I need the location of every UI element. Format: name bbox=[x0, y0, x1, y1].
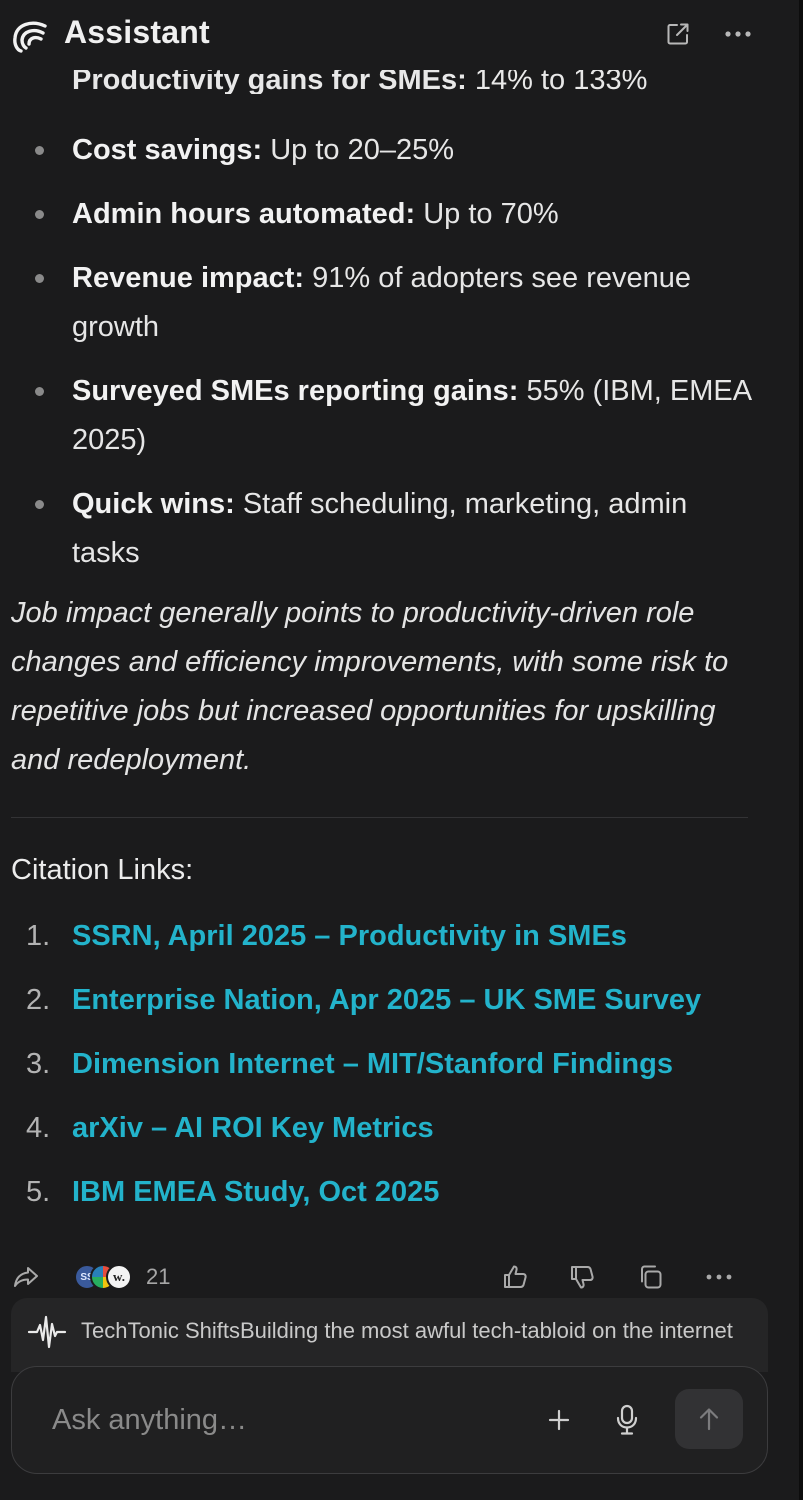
bullet-label: Admin hours automated: bbox=[72, 198, 416, 230]
banner-text: TechTonic ShiftsBuilding the most awful … bbox=[81, 1318, 733, 1343]
window-edge bbox=[799, 0, 803, 1500]
citation-link[interactable]: arXiv – AI ROI Key Metrics bbox=[72, 1112, 434, 1145]
bullet-item: Surveyed SMEs reporting gains: 55% (IBM,… bbox=[0, 367, 760, 465]
citation-number: 2. bbox=[26, 984, 51, 1016]
ask-input-container bbox=[11, 1366, 768, 1474]
send-button[interactable] bbox=[675, 1389, 743, 1449]
sources-count: 21 bbox=[146, 1264, 171, 1289]
open-external-button[interactable] bbox=[664, 20, 692, 48]
thumbs-down-button[interactable] bbox=[567, 1262, 597, 1292]
citation-number: 3. bbox=[26, 1048, 51, 1080]
thumbs-down-icon bbox=[571, 1266, 594, 1289]
bullet-label: Quick wins: bbox=[72, 488, 235, 520]
app-header: Assistant bbox=[0, 0, 799, 70]
bullet-value: Up to 20–25% bbox=[262, 134, 455, 166]
page-title: Assistant bbox=[64, 14, 210, 50]
bullet-value: 14% to 133% bbox=[466, 66, 648, 94]
bullet-item: Admin hours automated: Up to 70% bbox=[0, 190, 760, 239]
citation-number: 1. bbox=[26, 920, 51, 952]
bullet-label: Revenue impact: bbox=[72, 262, 305, 294]
citation-number: 5. bbox=[26, 1176, 51, 1208]
copy-button[interactable] bbox=[636, 1262, 666, 1292]
bullet-item-partial: Productivity gains for SMEs: 14% to 133% bbox=[72, 66, 647, 94]
bullet-item: Revenue impact: 91% of adopters see reve… bbox=[0, 254, 760, 352]
share-button[interactable] bbox=[11, 1262, 41, 1292]
citations-heading: Citation Links: bbox=[11, 854, 194, 886]
section-divider bbox=[11, 817, 748, 818]
assistant-app: Productivity gains for SMEs: 14% to 133%… bbox=[0, 0, 803, 1500]
bullet-label: Cost savings: bbox=[72, 134, 263, 166]
waveform-icon bbox=[27, 1312, 67, 1352]
bullet-item: Quick wins: Staff scheduling, marketing,… bbox=[0, 480, 760, 578]
ask-input[interactable] bbox=[50, 1397, 514, 1443]
bullet-value: Up to 70% bbox=[415, 198, 559, 230]
more-horizontal-icon bbox=[725, 31, 751, 37]
more-actions-button[interactable] bbox=[704, 1262, 734, 1292]
bottom-dock: TechTonic ShiftsBuilding the most awful … bbox=[0, 1298, 799, 1500]
share-icon bbox=[14, 1267, 38, 1287]
citation-link[interactable]: SSRN, April 2025 – Productivity in SMEs bbox=[72, 920, 627, 953]
sources-button[interactable]: SS w. 21 bbox=[74, 1263, 170, 1291]
bullet-list: Cost savings: Up to 20–25% Admin hours a… bbox=[0, 126, 760, 593]
citation-link[interactable]: Enterprise Nation, Apr 2025 – UK SME Sur… bbox=[72, 984, 701, 1017]
arrow-up-icon bbox=[699, 1408, 719, 1431]
copy-icon bbox=[641, 1265, 662, 1289]
thumbs-up-button[interactable] bbox=[500, 1262, 530, 1292]
response-content: Productivity gains for SMEs: 14% to 133%… bbox=[0, 66, 799, 1300]
microphone-button[interactable] bbox=[610, 1401, 644, 1439]
citation-number: 4. bbox=[26, 1112, 51, 1144]
more-horizontal-icon bbox=[706, 1274, 732, 1280]
bullet-label: Productivity gains for SMEs: bbox=[72, 66, 467, 94]
attach-button[interactable] bbox=[542, 1403, 576, 1437]
plus-icon bbox=[548, 1409, 570, 1431]
bullet-item: Cost savings: Up to 20–25% bbox=[0, 126, 760, 175]
summary-paragraph: Job impact generally points to productiv… bbox=[11, 597, 729, 776]
now-playing-banner[interactable]: TechTonic ShiftsBuilding the most awful … bbox=[11, 1298, 768, 1372]
citation-link[interactable]: Dimension Internet – MIT/Stanford Findin… bbox=[72, 1048, 673, 1081]
microphone-icon bbox=[616, 1404, 638, 1435]
bullet-label: Surveyed SMEs reporting gains: bbox=[72, 375, 519, 407]
response-action-bar: SS w. 21 bbox=[0, 1258, 799, 1298]
open-external-icon bbox=[667, 23, 689, 45]
citation-link[interactable]: IBM EMEA Study, Oct 2025 bbox=[72, 1176, 439, 1209]
source-avatar: w. bbox=[106, 1264, 132, 1290]
more-options-button[interactable] bbox=[724, 20, 752, 48]
perplexity-logo-icon bbox=[12, 18, 48, 54]
thumbs-up-icon bbox=[504, 1265, 527, 1288]
